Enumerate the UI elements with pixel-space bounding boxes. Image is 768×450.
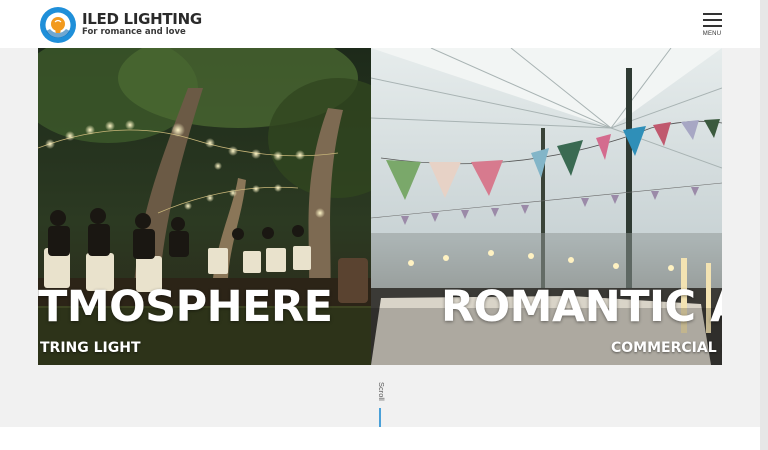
slide-romantic-atmosphere[interactable]: ROMANTIC A COMMERCIAL S (371, 48, 722, 365)
content-section (0, 427, 760, 450)
hamburger-icon (703, 13, 722, 27)
brand-logo[interactable] (38, 5, 78, 45)
slide-garden-string-light[interactable]: TMOSPHERE TRING LIGHT (38, 48, 371, 365)
page-scrollbar[interactable] (760, 0, 768, 450)
slide-subtitle: TRING LIGHT (40, 340, 141, 356)
site-header: ILED LIGHTING For romance and love MENU (0, 0, 760, 48)
slide-title: ROMANTIC A (441, 282, 722, 332)
slide-title: TMOSPHERE (38, 282, 333, 332)
menu-button[interactable]: MENU (700, 12, 724, 40)
brand-name[interactable]: ILED LIGHTING (82, 10, 202, 28)
scroll-label: Scroll (377, 382, 386, 401)
page: ILED LIGHTING For romance and love MENU (0, 0, 768, 450)
menu-label: MENU (702, 31, 722, 37)
brand-tagline: For romance and love (82, 27, 186, 37)
slide-subtitle: COMMERCIAL S (611, 340, 722, 356)
hero-slider[interactable]: TMOSPHERE TRING LIGHT ROMANTIC A COMMERC… (38, 48, 722, 365)
